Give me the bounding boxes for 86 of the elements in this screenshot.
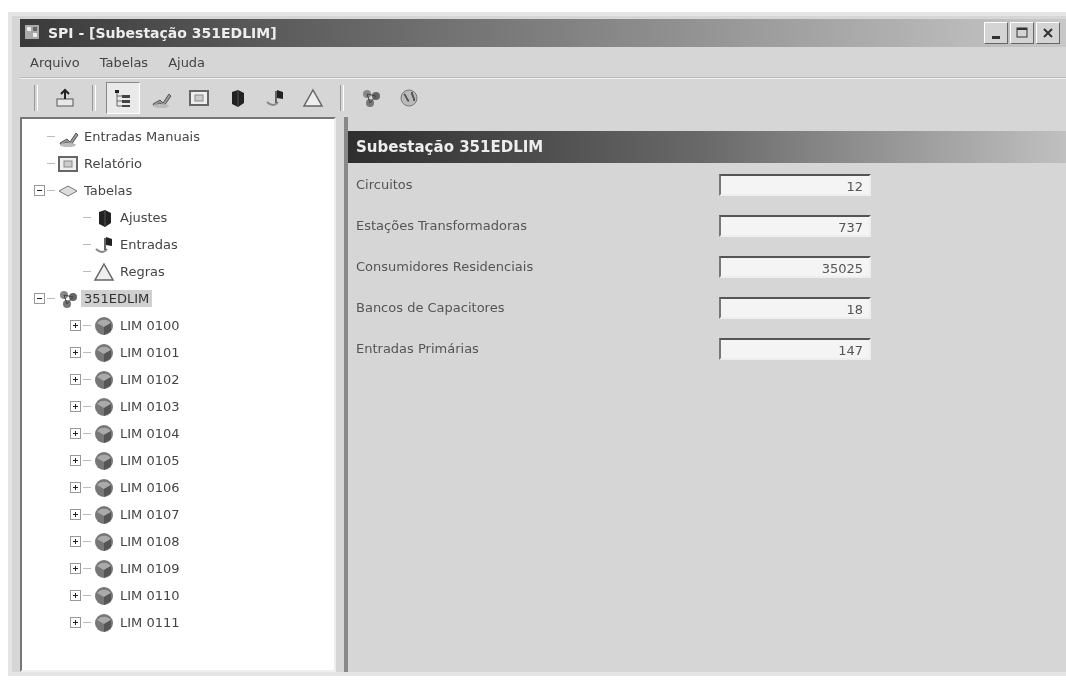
plus-icon <box>71 537 80 546</box>
plus-icon <box>71 429 80 438</box>
minimize-icon <box>992 35 1000 39</box>
expand-button[interactable] <box>70 509 81 520</box>
plus-icon <box>71 321 80 330</box>
network-icon <box>360 87 382 109</box>
field-label: Bancos de Capacitores <box>356 300 505 315</box>
expand-button[interactable] <box>70 482 81 493</box>
menu-item[interactable]: Ajuda <box>168 54 206 70</box>
tree-item[interactable]: Regras <box>117 263 168 280</box>
minimize-button[interactable] <box>984 22 1008 44</box>
tree-item[interactable]: LIM 0100 <box>117 317 183 334</box>
sphere-icon <box>93 611 115 634</box>
field-label: Estações Transformadoras <box>356 218 527 233</box>
sphere-icon <box>93 422 115 445</box>
toolbar-button[interactable] <box>106 82 140 114</box>
collapse-button[interactable] <box>34 185 45 196</box>
plus-icon <box>71 348 80 357</box>
triangle-icon <box>93 260 115 283</box>
sphere-icon <box>93 395 115 418</box>
panel-header: Subestação 351EDLIM <box>348 131 1066 163</box>
expand-button[interactable] <box>70 590 81 601</box>
flag-icon <box>264 87 286 109</box>
plus-icon <box>71 456 80 465</box>
window-icon <box>188 87 210 109</box>
field-label: Consumidores Residenciais <box>356 259 534 274</box>
menu-item[interactable]: Arquivo <box>30 54 80 70</box>
sphere-icon <box>93 530 115 553</box>
plus-icon <box>71 618 80 627</box>
expand-button[interactable] <box>70 563 81 574</box>
sphere-icon <box>93 503 115 526</box>
sphere-icon <box>93 476 115 499</box>
tree-item[interactable]: Entradas <box>117 236 181 253</box>
tree-item[interactable]: LIM 0101 <box>117 344 183 361</box>
tree-item[interactable]: Entradas Manuais <box>81 128 203 145</box>
menu-item[interactable]: Tabelas <box>99 54 149 70</box>
close-button[interactable] <box>1036 22 1060 44</box>
plus-icon <box>71 483 80 492</box>
plus-icon <box>71 591 80 600</box>
maximize-icon <box>1014 25 1030 41</box>
triangle-icon <box>302 87 324 109</box>
collapse-button[interactable] <box>34 293 45 304</box>
sphere-icon <box>93 314 115 337</box>
expand-button[interactable] <box>70 374 81 385</box>
expand-button[interactable] <box>70 320 81 331</box>
expand-button[interactable] <box>70 428 81 439</box>
tree-item[interactable]: LIM 0105 <box>117 452 183 469</box>
app-icon <box>24 24 42 42</box>
maximize-button[interactable] <box>1010 22 1034 44</box>
value-field[interactable]: 35025 <box>719 255 871 278</box>
tree-item[interactable]: LIM 0104 <box>117 425 183 442</box>
sphere-icon <box>93 368 115 391</box>
plus-icon <box>71 510 80 519</box>
tree-item[interactable]: Ajustes <box>117 209 171 226</box>
plus-icon <box>71 564 80 573</box>
tree-item[interactable]: LIM 0111 <box>117 614 183 631</box>
field-label: Circuitos <box>356 177 413 192</box>
sphere-icon <box>93 584 115 607</box>
window-title: SPI - [Subestação 351EDLIM] <box>48 25 278 41</box>
tree-item[interactable]: 351EDLIM <box>81 290 153 307</box>
plus-icon <box>71 375 80 384</box>
value-field[interactable]: 12 <box>719 173 871 196</box>
tree-item[interactable]: LIM 0108 <box>117 533 183 550</box>
tree-item[interactable]: LIM 0106 <box>117 479 183 496</box>
tree-item[interactable]: LIM 0109 <box>117 560 183 577</box>
tray-icon <box>54 87 76 109</box>
value-field[interactable]: 737 <box>719 214 871 237</box>
sphere-icon <box>93 557 115 580</box>
value-field[interactable]: 18 <box>719 296 871 319</box>
expand-button[interactable] <box>70 401 81 412</box>
expand-button[interactable] <box>70 536 81 547</box>
value-field[interactable]: 147 <box>719 337 871 360</box>
tree-item[interactable]: LIM 0110 <box>117 587 183 604</box>
expand-button[interactable] <box>70 455 81 466</box>
sphere-icon <box>93 449 115 472</box>
tree-item[interactable]: Relatório <box>81 155 145 172</box>
sphere-icon <box>93 341 115 364</box>
tree-item[interactable]: LIM 0107 <box>117 506 183 523</box>
field-label: Entradas Primárias <box>356 341 479 356</box>
plus-icon <box>71 402 80 411</box>
tree-item[interactable]: Tabelas <box>81 182 136 199</box>
tree-item[interactable]: LIM 0103 <box>117 398 183 415</box>
expand-button[interactable] <box>70 617 81 628</box>
globe-icon <box>398 87 420 109</box>
tree-item[interactable]: LIM 0102 <box>117 371 183 388</box>
expand-button[interactable] <box>70 347 81 358</box>
